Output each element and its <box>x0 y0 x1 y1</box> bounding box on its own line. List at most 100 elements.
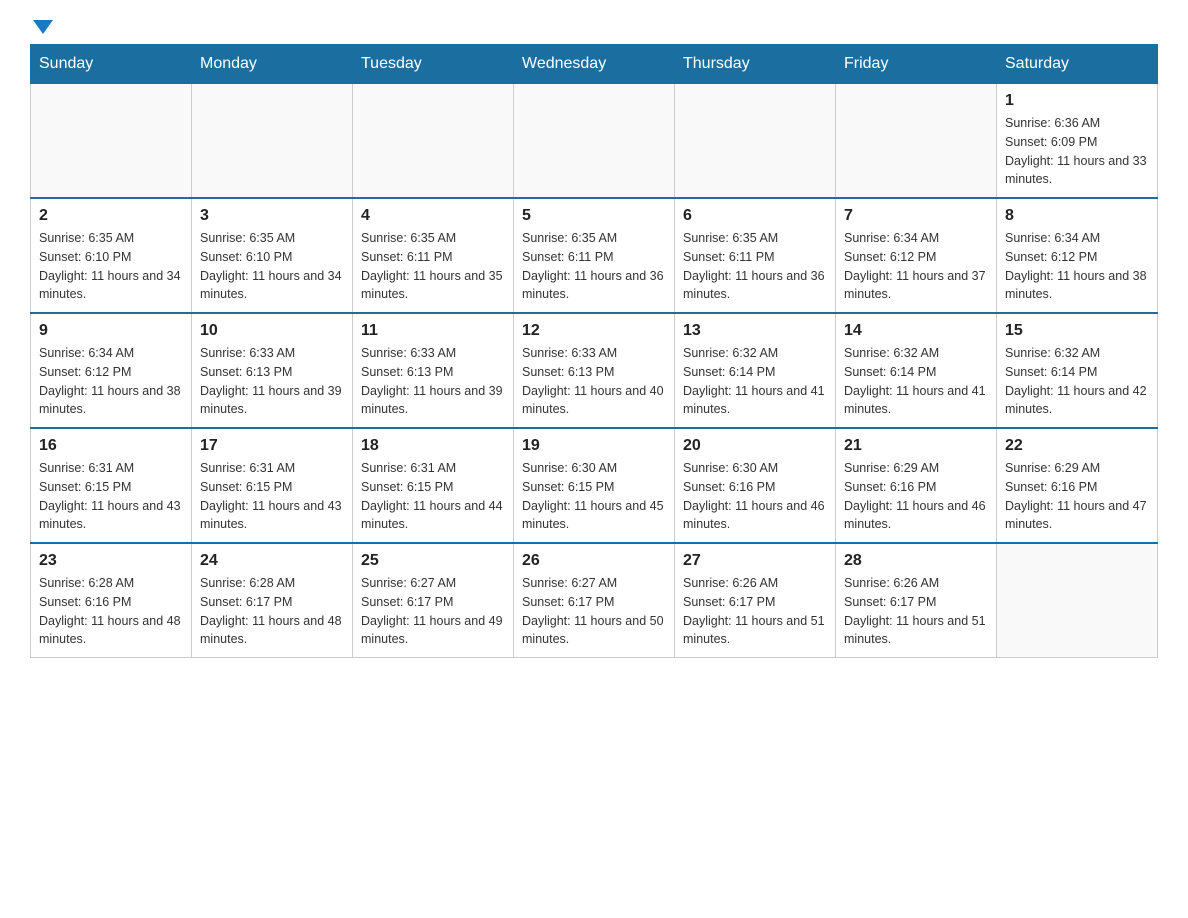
day-number: 15 <box>1005 322 1149 340</box>
week-row-4: 16 Sunrise: 6:31 AM Sunset: 6:15 PM Dayli… <box>31 428 1158 543</box>
day-number: 7 <box>844 207 988 225</box>
calendar-body: 1 Sunrise: 6:36 AM Sunset: 6:09 PM Daylig… <box>31 84 1158 658</box>
calendar-cell: 14Sunrise: 6:32 AM Sunset: 6:14 PM Dayli… <box>836 313 997 428</box>
calendar-cell: 9 Sunrise: 6:34 AM Sunset: 6:12 PM Daylig… <box>31 313 192 428</box>
day-number: 23 <box>39 552 183 570</box>
day-number: 11 <box>361 322 505 340</box>
calendar-cell: 8 Sunrise: 6:34 AM Sunset: 6:12 PM Daylig… <box>997 198 1158 313</box>
calendar-cell: 6 Sunrise: 6:35 AM Sunset: 6:11 PM Daylig… <box>675 198 836 313</box>
week-row-3: 9 Sunrise: 6:34 AM Sunset: 6:12 PM Daylig… <box>31 313 1158 428</box>
day-info: Sunrise: 6:29 AM Sunset: 6:16 PM Dayligh… <box>1005 459 1149 534</box>
day-number: 22 <box>1005 437 1149 455</box>
calendar-cell: 16 Sunrise: 6:31 AM Sunset: 6:15 PM Dayli… <box>31 428 192 543</box>
day-info: Sunrise: 6:26 AM Sunset: 6:17 PM Dayligh… <box>683 574 827 649</box>
day-info: Sunrise: 6:30 AM Sunset: 6:15 PM Dayligh… <box>522 459 666 534</box>
day-info: Sunrise: 6:32 AM Sunset: 6:14 PM Dayligh… <box>683 344 827 419</box>
calendar-cell: 2 Sunrise: 6:35 AM Sunset: 6:10 PM Daylig… <box>31 198 192 313</box>
day-header-sunday: Sunday <box>31 45 192 84</box>
calendar-cell: 5 Sunrise: 6:35 AM Sunset: 6:11 PM Daylig… <box>514 198 675 313</box>
day-header-tuesday: Tuesday <box>353 45 514 84</box>
calendar-cell: 12 Sunrise: 6:33 AM Sunset: 6:13 PM Dayli… <box>514 313 675 428</box>
day-header-saturday: Saturday <box>997 45 1158 84</box>
day-number: 27 <box>683 552 827 570</box>
day-info: Sunrise: 6:28 AM Sunset: 6:17 PM Dayligh… <box>200 574 344 649</box>
calendar-table: SundayMondayTuesdayWednesdayThursdayFrid… <box>30 44 1158 658</box>
day-number: 6 <box>683 207 827 225</box>
day-number: 21 <box>844 437 988 455</box>
day-number: 26 <box>522 552 666 570</box>
calendar-cell: 1 Sunrise: 6:36 AM Sunset: 6:09 PM Daylig… <box>997 84 1158 199</box>
day-number: 20 <box>683 437 827 455</box>
day-number: 25 <box>361 552 505 570</box>
calendar-cell: 25 Sunrise: 6:27 AM Sunset: 6:17 PM Dayli… <box>353 543 514 658</box>
day-number: 16 <box>39 437 183 455</box>
week-row-1: 1 Sunrise: 6:36 AM Sunset: 6:09 PM Daylig… <box>31 84 1158 199</box>
day-number: 2 <box>39 207 183 225</box>
day-number: 9 <box>39 322 183 340</box>
calendar-cell: 27 Sunrise: 6:26 AM Sunset: 6:17 PM Dayli… <box>675 543 836 658</box>
day-info: Sunrise: 6:35 AM Sunset: 6:11 PM Dayligh… <box>522 229 666 304</box>
calendar-cell: 20 Sunrise: 6:30 AM Sunset: 6:16 PM Dayli… <box>675 428 836 543</box>
day-info: Sunrise: 6:29 AM Sunset: 6:16 PM Dayligh… <box>844 459 988 534</box>
day-info: Sunrise: 6:28 AM Sunset: 6:16 PM Dayligh… <box>39 574 183 649</box>
day-header-wednesday: Wednesday <box>514 45 675 84</box>
day-info: Sunrise: 6:34 AM Sunset: 6:12 PM Dayligh… <box>1005 229 1149 304</box>
logo-arrow-icon <box>33 20 53 34</box>
day-info: Sunrise: 6:35 AM Sunset: 6:10 PM Dayligh… <box>200 229 344 304</box>
day-info: Sunrise: 6:35 AM Sunset: 6:10 PM Dayligh… <box>39 229 183 304</box>
calendar-cell: 21 Sunrise: 6:29 AM Sunset: 6:16 PM Dayli… <box>836 428 997 543</box>
day-info: Sunrise: 6:26 AM Sunset: 6:17 PM Dayligh… <box>844 574 988 649</box>
logo <box>30 20 53 28</box>
calendar-cell: 24 Sunrise: 6:28 AM Sunset: 6:17 PM Dayli… <box>192 543 353 658</box>
day-number: 18 <box>361 437 505 455</box>
calendar-cell: 28 Sunrise: 6:26 AM Sunset: 6:17 PM Dayli… <box>836 543 997 658</box>
day-info: Sunrise: 6:32 AM Sunset: 6:14 PM Dayligh… <box>1005 344 1149 419</box>
calendar-cell: 19Sunrise: 6:30 AM Sunset: 6:15 PM Dayli… <box>514 428 675 543</box>
day-number: 12 <box>522 322 666 340</box>
day-info: Sunrise: 6:34 AM Sunset: 6:12 PM Dayligh… <box>844 229 988 304</box>
calendar-cell: 22 Sunrise: 6:29 AM Sunset: 6:16 PM Dayli… <box>997 428 1158 543</box>
day-number: 4 <box>361 207 505 225</box>
day-info: Sunrise: 6:36 AM Sunset: 6:09 PM Dayligh… <box>1005 114 1149 189</box>
day-info: Sunrise: 6:35 AM Sunset: 6:11 PM Dayligh… <box>683 229 827 304</box>
day-number: 1 <box>1005 92 1149 110</box>
calendar-cell <box>675 84 836 199</box>
calendar-header: SundayMondayTuesdayWednesdayThursdayFrid… <box>31 45 1158 84</box>
day-header-friday: Friday <box>836 45 997 84</box>
day-number: 10 <box>200 322 344 340</box>
calendar-cell <box>514 84 675 199</box>
calendar-cell: 10 Sunrise: 6:33 AM Sunset: 6:13 PM Dayli… <box>192 313 353 428</box>
day-header-monday: Monday <box>192 45 353 84</box>
days-of-week-row: SundayMondayTuesdayWednesdayThursdayFrid… <box>31 45 1158 84</box>
calendar-cell: 11Sunrise: 6:33 AM Sunset: 6:13 PM Dayli… <box>353 313 514 428</box>
calendar-cell: 3 Sunrise: 6:35 AM Sunset: 6:10 PM Daylig… <box>192 198 353 313</box>
day-number: 28 <box>844 552 988 570</box>
calendar-cell: 23 Sunrise: 6:28 AM Sunset: 6:16 PM Dayli… <box>31 543 192 658</box>
page-header <box>30 20 1158 28</box>
calendar-cell: 7 Sunrise: 6:34 AM Sunset: 6:12 PM Daylig… <box>836 198 997 313</box>
day-number: 14 <box>844 322 988 340</box>
calendar-cell <box>836 84 997 199</box>
day-info: Sunrise: 6:31 AM Sunset: 6:15 PM Dayligh… <box>361 459 505 534</box>
calendar-cell: 17 Sunrise: 6:31 AM Sunset: 6:15 PM Dayli… <box>192 428 353 543</box>
day-info: Sunrise: 6:27 AM Sunset: 6:17 PM Dayligh… <box>361 574 505 649</box>
calendar-cell: 13 Sunrise: 6:32 AM Sunset: 6:14 PM Dayli… <box>675 313 836 428</box>
day-number: 5 <box>522 207 666 225</box>
day-number: 13 <box>683 322 827 340</box>
day-info: Sunrise: 6:34 AM Sunset: 6:12 PM Dayligh… <box>39 344 183 419</box>
calendar-cell: 18 Sunrise: 6:31 AM Sunset: 6:15 PM Dayli… <box>353 428 514 543</box>
day-info: Sunrise: 6:33 AM Sunset: 6:13 PM Dayligh… <box>200 344 344 419</box>
day-info: Sunrise: 6:31 AM Sunset: 6:15 PM Dayligh… <box>200 459 344 534</box>
day-number: 24 <box>200 552 344 570</box>
day-number: 8 <box>1005 207 1149 225</box>
week-row-2: 2 Sunrise: 6:35 AM Sunset: 6:10 PM Daylig… <box>31 198 1158 313</box>
calendar-cell <box>31 84 192 199</box>
week-row-5: 23 Sunrise: 6:28 AM Sunset: 6:16 PM Dayli… <box>31 543 1158 658</box>
day-number: 3 <box>200 207 344 225</box>
day-info: Sunrise: 6:27 AM Sunset: 6:17 PM Dayligh… <box>522 574 666 649</box>
day-number: 17 <box>200 437 344 455</box>
day-info: Sunrise: 6:33 AM Sunset: 6:13 PM Dayligh… <box>522 344 666 419</box>
day-info: Sunrise: 6:30 AM Sunset: 6:16 PM Dayligh… <box>683 459 827 534</box>
day-info: Sunrise: 6:31 AM Sunset: 6:15 PM Dayligh… <box>39 459 183 534</box>
calendar-cell <box>192 84 353 199</box>
